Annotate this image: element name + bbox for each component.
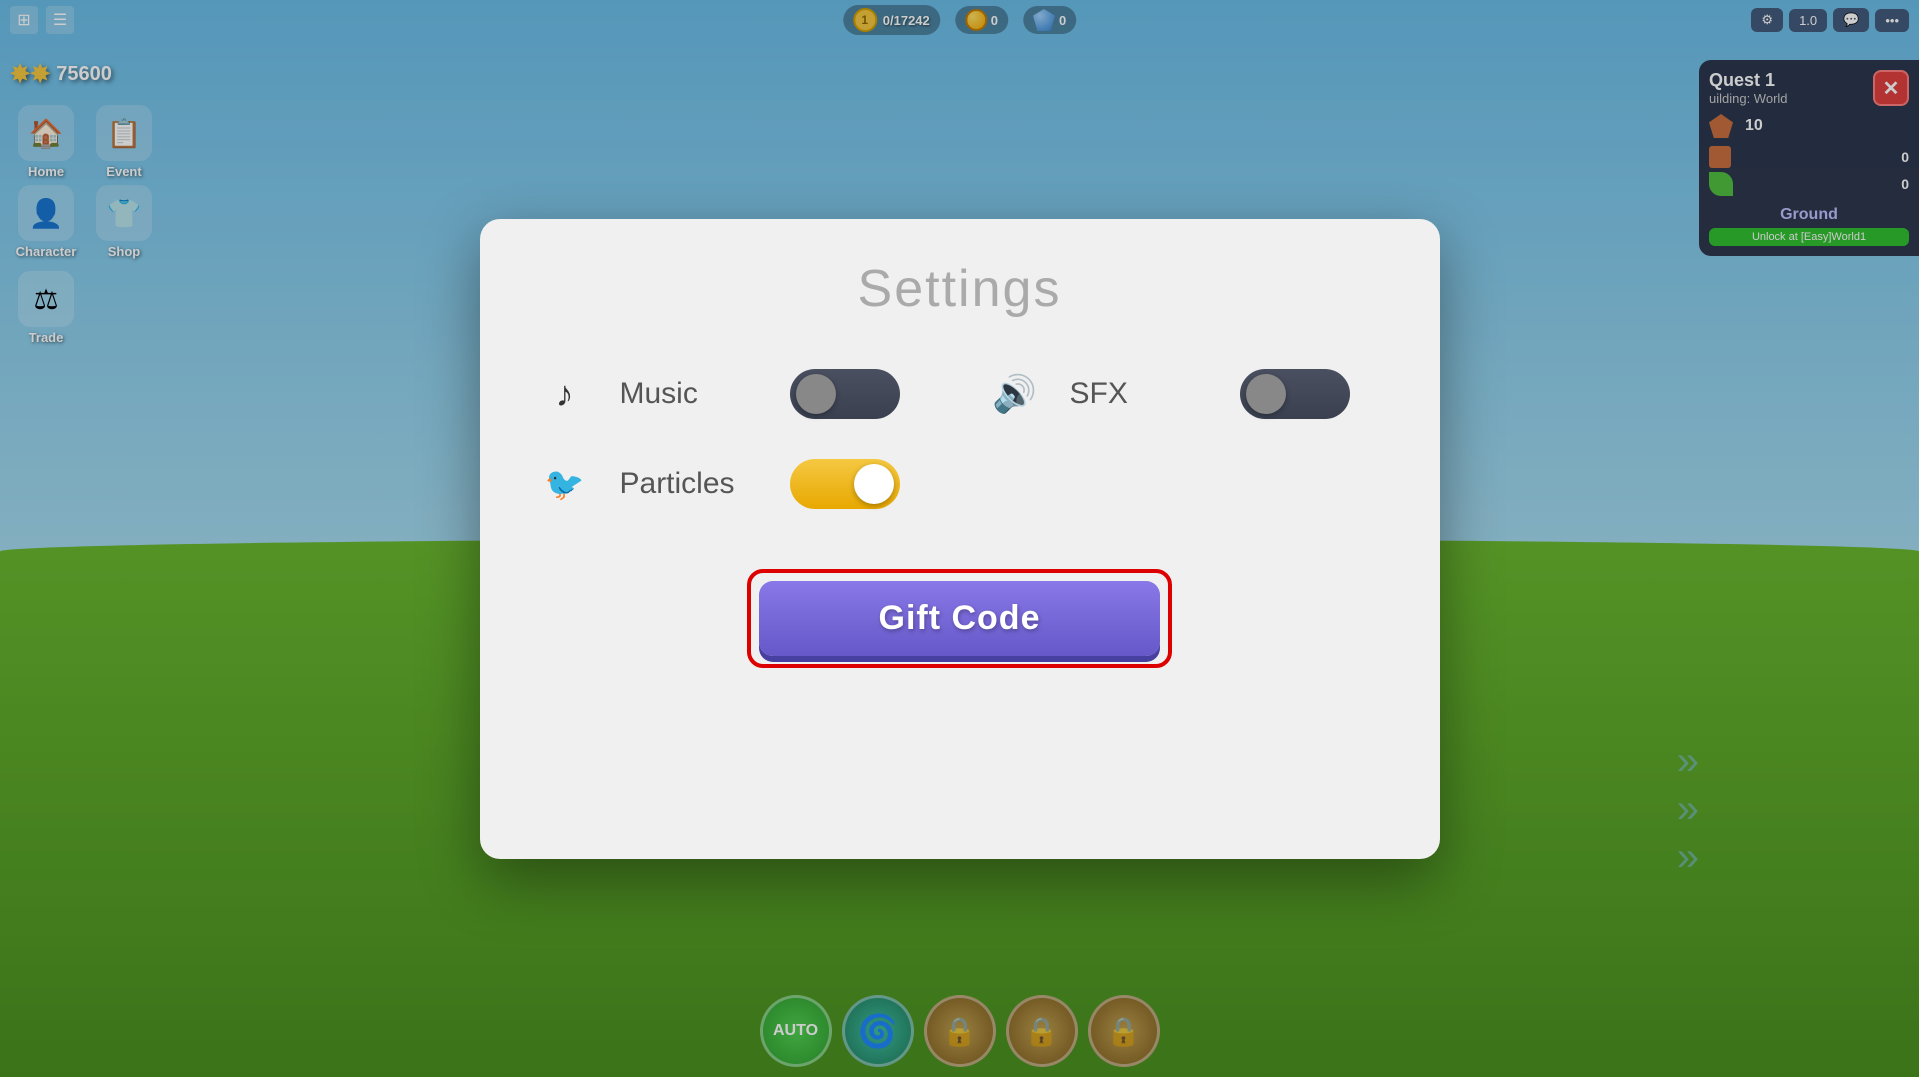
music-icon: ♪	[540, 373, 590, 415]
music-toggle[interactable]	[790, 369, 900, 419]
sfx-toggle[interactable]	[1240, 369, 1350, 419]
particles-row: 🐦 Particles	[540, 459, 1380, 509]
particles-icon: 🐦	[540, 465, 590, 503]
gift-code-section: Gift Code	[540, 569, 1380, 668]
sfx-toggle-knob	[1246, 374, 1286, 414]
particles-label: Particles	[620, 467, 760, 501]
settings-modal: Settings ♪ Music 🔊 SFX 🐦 Particles	[480, 219, 1440, 859]
gift-code-highlight-border: Gift Code	[747, 569, 1173, 668]
settings-title: Settings	[540, 259, 1380, 319]
sfx-icon: 🔊	[990, 373, 1040, 415]
particles-toggle-knob	[854, 464, 894, 504]
music-toggle-knob	[796, 374, 836, 414]
modal-overlay: Settings ♪ Music 🔊 SFX 🐦 Particles	[0, 0, 1919, 1077]
gift-code-button[interactable]: Gift Code	[759, 581, 1161, 656]
music-row: ♪ Music 🔊 SFX	[540, 369, 1380, 419]
sfx-label: SFX	[1070, 377, 1210, 411]
music-label: Music	[620, 377, 760, 411]
particles-toggle[interactable]	[790, 459, 900, 509]
